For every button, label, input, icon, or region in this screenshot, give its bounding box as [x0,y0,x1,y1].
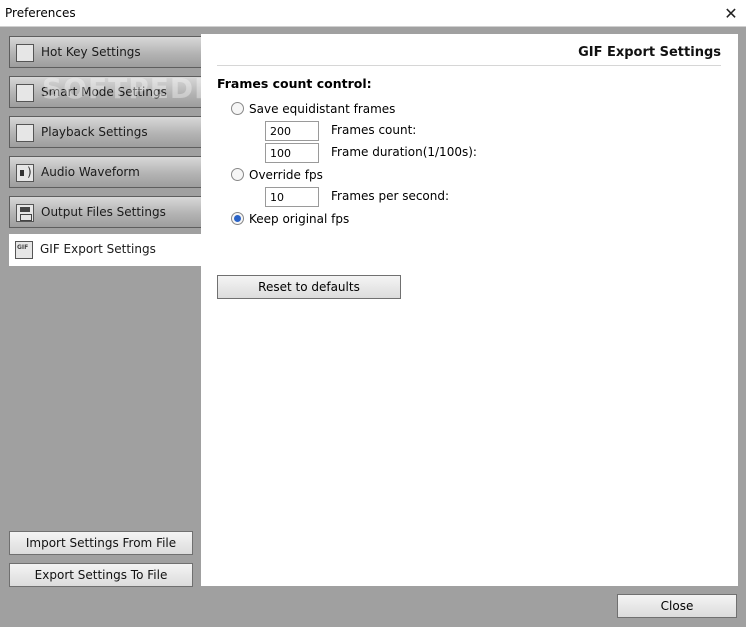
window-close-icon[interactable]: ✕ [716,0,746,27]
frames-count-label: Frames count: [331,123,417,137]
film-icon [16,124,34,142]
window-title: Preferences [5,6,76,20]
frame-duration-label: Frame duration(1/100s): [331,145,477,159]
close-button[interactable]: Close [617,594,737,618]
speaker-icon [16,164,34,182]
sidebar-item-label: GIF Export Settings [40,242,156,256]
film-icon [16,84,34,102]
sidebar-item-label: Audio Waveform [41,165,140,179]
frames-per-second-label: Frames per second: [331,189,450,203]
export-settings-button[interactable]: Export Settings To File [9,563,193,587]
sidebar-item-label: Playback Settings [41,125,148,139]
disk-icon [16,204,34,222]
sidebar-item-smart-mode-settings[interactable]: Smart Mode Settings [9,76,201,108]
page-title: GIF Export Settings [217,34,721,66]
sidebar-item-label: Output Files Settings [41,205,166,219]
settings-sidebar: Hot Key Settings Smart Mode Settings Pla… [0,28,227,627]
sidebar-item-audio-waveform[interactable]: Audio Waveform [9,156,201,188]
sidebar-item-gif-export-settings[interactable]: GIF GIF Export Settings [9,234,201,266]
radio-label: Keep original fps [249,212,350,226]
sidebar-item-hot-key-settings[interactable]: Hot Key Settings [9,36,201,68]
radio-label: Save equidistant frames [249,102,396,116]
frames-count-control-label: Frames count control: [217,76,372,91]
reset-to-defaults-button[interactable]: Reset to defaults [217,275,401,299]
frames-per-second-input[interactable] [265,187,319,207]
settings-content-panel: GIF Export Settings Frames count control… [201,34,738,586]
sidebar-item-label: Smart Mode Settings [41,85,167,99]
title-bar: Preferences ✕ [0,0,746,27]
import-settings-button[interactable]: Import Settings From File [9,531,193,555]
radio-button[interactable] [231,168,244,181]
radio-button[interactable] [231,102,244,115]
sidebar-item-label: Hot Key Settings [41,45,141,59]
keyboard-icon [16,44,34,62]
radio-label: Override fps [249,168,323,182]
frame-duration-input[interactable] [265,143,319,163]
frames-count-input[interactable] [265,121,319,141]
sidebar-item-playback-settings[interactable]: Playback Settings [9,116,201,148]
gif-icon: GIF [15,241,33,259]
preferences-window: Preferences ✕ Hot Key Settings Smart Mod… [0,0,746,627]
radio-button-selected[interactable] [231,212,244,225]
sidebar-item-output-files-settings[interactable]: Output Files Settings [9,196,201,228]
